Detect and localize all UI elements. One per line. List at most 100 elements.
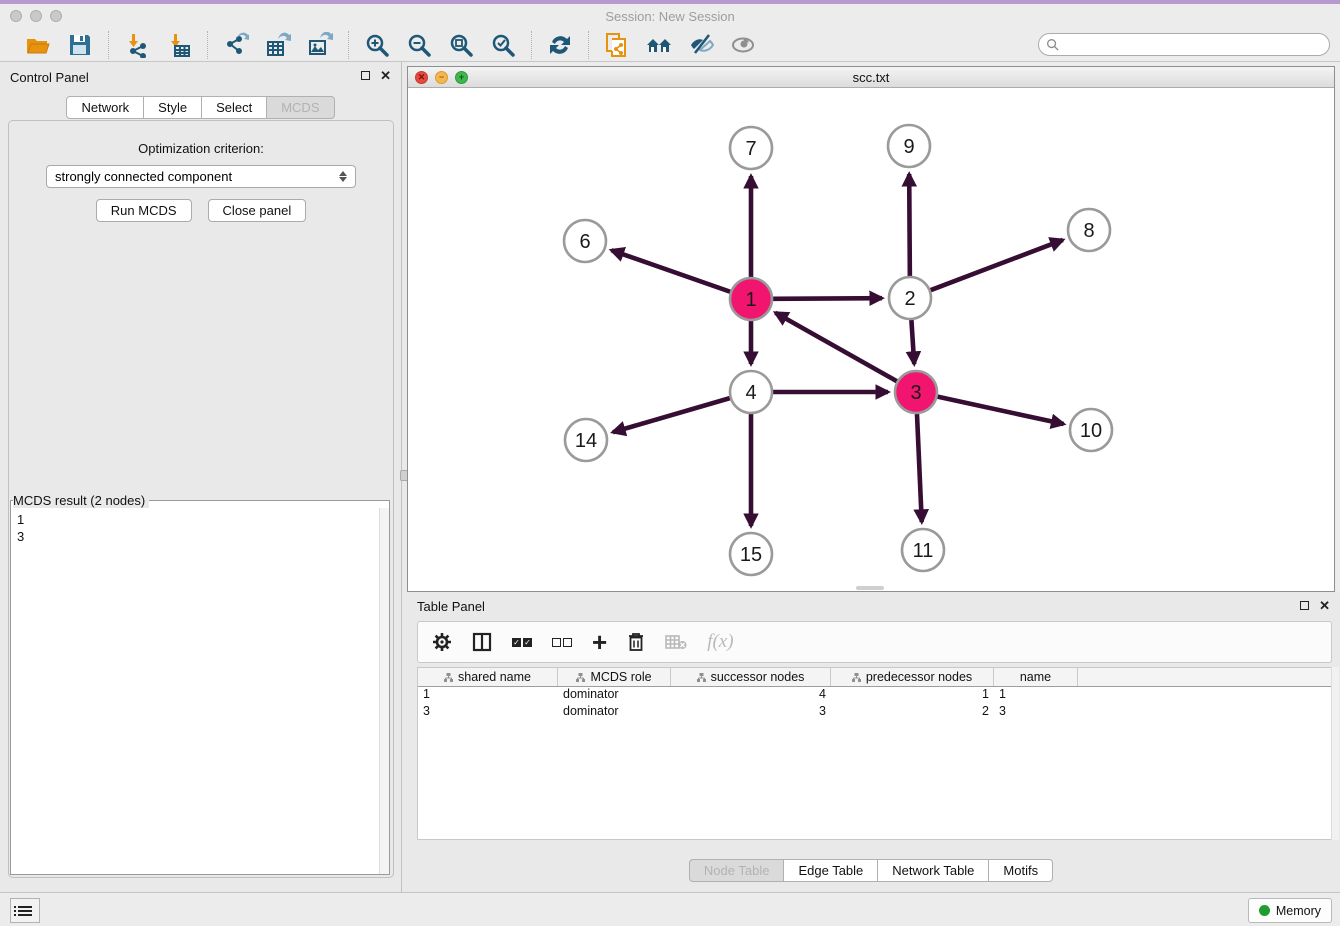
clone-network-icon[interactable] xyxy=(603,31,631,59)
cell-name[interactable]: 1 xyxy=(994,687,1078,704)
tab-style[interactable]: Style xyxy=(144,96,202,119)
deselect-all-checkboxes-icon[interactable] xyxy=(552,627,572,657)
edge-3-11[interactable] xyxy=(917,414,922,522)
mcds-result-group: MCDS result (2 nodes) 1 3 xyxy=(10,493,390,875)
graph-node-label-9: 9 xyxy=(903,136,914,158)
first-neighbors-icon[interactable] xyxy=(645,31,673,59)
close-panel-button[interactable]: Close panel xyxy=(208,199,307,222)
edge-1-6[interactable] xyxy=(611,250,730,292)
export-table-icon[interactable] xyxy=(264,31,292,59)
zoom-out-icon[interactable] xyxy=(405,31,433,59)
edge-2-8[interactable] xyxy=(931,240,1063,290)
hide-selected-icon[interactable] xyxy=(687,31,715,59)
graph-node-label-6: 6 xyxy=(579,231,590,253)
cell-predecessor-nodes[interactable]: 2 xyxy=(831,704,994,721)
table-header-row: shared nameMCDS rolesuccessor nodesprede… xyxy=(418,668,1331,687)
cell-MCDS-role[interactable]: dominator xyxy=(558,687,671,704)
edge-3-10[interactable] xyxy=(937,397,1063,424)
fit-content-icon[interactable] xyxy=(447,31,475,59)
mcds-result-list[interactable]: 1 3 xyxy=(11,508,389,874)
add-row-icon[interactable]: + xyxy=(592,627,607,657)
tab-network-table[interactable]: Network Table xyxy=(878,859,989,882)
cell-MCDS-role[interactable]: dominator xyxy=(558,704,671,721)
cell-successor-nodes[interactable]: 4 xyxy=(671,687,831,704)
column-header-MCDS-role[interactable]: MCDS role xyxy=(558,668,671,686)
cell-name[interactable]: 3 xyxy=(994,704,1078,721)
split-columns-icon[interactable] xyxy=(472,627,492,657)
float-panel-icon[interactable] xyxy=(361,71,370,80)
save-session-icon[interactable] xyxy=(66,31,94,59)
table-panel-window-buttons: ✕ xyxy=(1300,601,1330,610)
table-scrollbar[interactable] xyxy=(1331,667,1339,840)
open-session-icon[interactable] xyxy=(24,31,52,59)
edge-3-1[interactable] xyxy=(775,313,896,381)
network-title: scc.txt xyxy=(408,70,1334,85)
graph-node-label-11: 11 xyxy=(913,540,934,562)
network-window-titlebar[interactable]: ✕ − + scc.txt xyxy=(408,67,1334,88)
window-title: Session: New Session xyxy=(0,9,1340,24)
import-table-icon[interactable] xyxy=(165,31,193,59)
close-table-panel-icon[interactable]: ✕ xyxy=(1319,601,1330,610)
edge-4-14[interactable] xyxy=(613,398,730,432)
select-all-checkboxes-icon[interactable]: ✓✓ xyxy=(512,627,532,657)
apply-layout-icon[interactable] xyxy=(546,31,574,59)
edge-1-2[interactable] xyxy=(773,298,882,299)
criterion-select[interactable]: strongly connected component xyxy=(46,165,356,188)
graph-node-label-14: 14 xyxy=(575,430,597,452)
gear-icon[interactable] xyxy=(432,627,452,657)
close-panel-icon[interactable]: ✕ xyxy=(380,71,391,80)
tab-node-table[interactable]: Node Table xyxy=(689,859,785,882)
task-list-icon xyxy=(18,906,32,916)
mcds-result-scrollbar[interactable] xyxy=(379,508,389,874)
column-header-shared-name[interactable]: shared name xyxy=(418,668,558,686)
show-all-icon[interactable] xyxy=(729,31,757,59)
table-panel: Table Panel ✕ ✓✓ + f(x) shared nameMCDS … xyxy=(402,592,1340,892)
tab-select[interactable]: Select xyxy=(202,96,267,119)
node-table[interactable]: shared nameMCDS rolesuccessor nodesprede… xyxy=(417,667,1332,840)
run-mcds-button[interactable]: Run MCDS xyxy=(96,199,192,222)
import-network-icon[interactable] xyxy=(123,31,151,59)
graph-node-label-4: 4 xyxy=(745,382,756,404)
table-row[interactable]: 1dominator411 xyxy=(418,687,1331,704)
column-header-predecessor-nodes[interactable]: predecessor nodes xyxy=(831,668,994,686)
function-builder-icon: f(x) xyxy=(707,627,733,657)
mcds-result-title: MCDS result (2 nodes) xyxy=(13,493,149,508)
network-canvas[interactable]: 7968124314101511 xyxy=(408,89,1334,591)
zoom-in-icon[interactable] xyxy=(363,31,391,59)
delete-row-icon[interactable] xyxy=(627,627,645,657)
cell-shared-name[interactable]: 1 xyxy=(418,687,558,704)
column-header-name[interactable]: name xyxy=(994,668,1078,686)
tab-edge-table[interactable]: Edge Table xyxy=(784,859,878,882)
cell-successor-nodes[interactable]: 3 xyxy=(671,704,831,721)
search-input[interactable] xyxy=(1038,33,1330,56)
flat-hierarchy-icon xyxy=(697,673,706,682)
table-body: 1dominator4113dominator323 xyxy=(418,687,1331,721)
task-history-button[interactable] xyxy=(10,898,40,923)
graph-node-label-8: 8 xyxy=(1083,220,1094,242)
export-image-icon[interactable] xyxy=(306,31,334,59)
tab-mcds[interactable]: MCDS xyxy=(267,96,334,119)
column-header-successor-nodes[interactable]: successor nodes xyxy=(671,668,831,686)
graph-node-label-1: 1 xyxy=(745,289,756,311)
control-panel-tabs: NetworkStyleSelectMCDS xyxy=(0,96,401,119)
tab-network[interactable]: Network xyxy=(66,96,144,119)
flat-hierarchy-icon xyxy=(444,673,453,682)
cell-shared-name[interactable]: 3 xyxy=(418,704,558,721)
table-tabs: Node TableEdge TableNetwork TableMotifs xyxy=(402,859,1340,882)
cell-predecessor-nodes[interactable]: 1 xyxy=(831,687,994,704)
canvas-resize-grip[interactable] xyxy=(856,586,884,590)
edge-2-3[interactable] xyxy=(911,320,914,364)
graph-node-label-15: 15 xyxy=(740,544,762,566)
zoom-selected-icon[interactable] xyxy=(489,31,517,59)
search-icon xyxy=(1046,38,1059,51)
float-table-panel-icon[interactable] xyxy=(1300,601,1309,610)
graph-node-label-7: 7 xyxy=(745,138,756,160)
delete-table-icon xyxy=(665,627,687,657)
edge-2-9[interactable] xyxy=(909,174,910,276)
tab-motifs[interactable]: Motifs xyxy=(989,859,1053,882)
memory-button[interactable]: Memory xyxy=(1248,898,1332,923)
memory-status-icon xyxy=(1259,905,1270,916)
table-row[interactable]: 3dominator323 xyxy=(418,704,1331,721)
export-network-icon[interactable] xyxy=(222,31,250,59)
network-graph: 7968124314101511 xyxy=(408,89,1334,591)
